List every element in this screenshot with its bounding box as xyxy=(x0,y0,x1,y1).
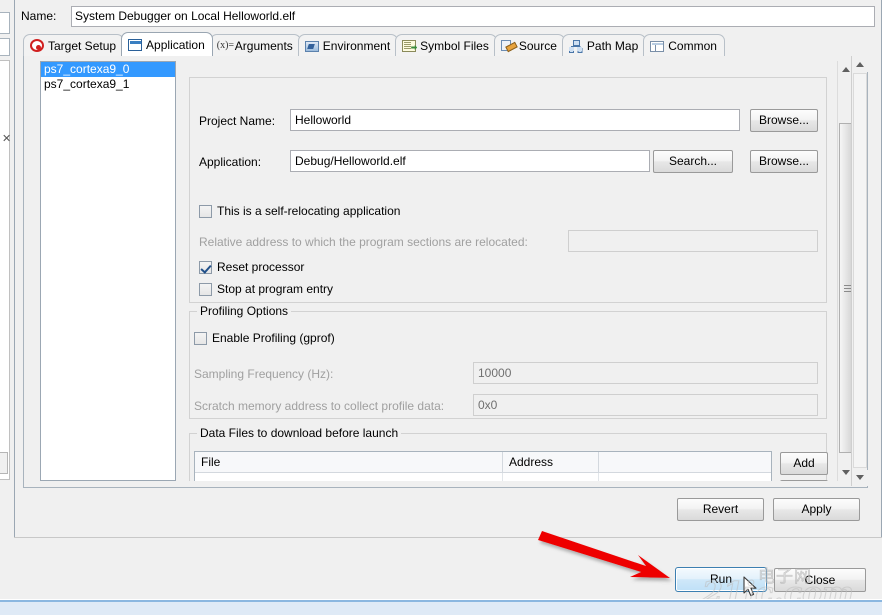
tab-common-label: Common xyxy=(668,38,717,53)
application-path-input[interactable] xyxy=(290,150,650,172)
data-files-legend: Data Files to download before launch xyxy=(197,426,402,440)
target-icon xyxy=(30,39,44,52)
background-field-1 xyxy=(0,12,10,34)
sampling-frequency-label: Sampling Frequency (Hz): xyxy=(194,367,334,381)
taskbar-strip xyxy=(0,599,882,615)
list-item[interactable]: ps7_cortexa9_1 xyxy=(41,77,175,92)
tab-source[interactable]: Source xyxy=(493,34,565,56)
background-close-icon: ✕ xyxy=(2,133,12,145)
project-browse-button[interactable]: Browse... xyxy=(750,109,818,132)
tab-arguments-label: Arguments xyxy=(234,38,293,53)
stop-at-entry-checkbox-row[interactable]: Stop at program entry xyxy=(199,282,333,296)
data-files-add-button[interactable]: Add xyxy=(780,452,828,475)
configuration-name-input[interactable] xyxy=(71,5,875,27)
tab-environment-label: Environment xyxy=(322,38,391,53)
symbol-files-icon xyxy=(402,40,417,52)
mouse-cursor-icon xyxy=(743,576,757,597)
tab-symbol-files-label: Symbol Files xyxy=(420,38,489,53)
table-cell-file xyxy=(195,473,503,481)
project-name-input[interactable] xyxy=(290,109,740,131)
tab-environment[interactable]: Environment xyxy=(297,34,399,56)
close-button[interactable]: Close xyxy=(774,568,866,592)
table-cell-address xyxy=(503,473,599,481)
revert-button[interactable]: Revert xyxy=(677,498,764,521)
scratch-memory-label: Scratch memory address to collect profil… xyxy=(194,399,445,413)
enable-profiling-checkbox-row[interactable]: Enable Profiling (gprof) xyxy=(194,331,335,345)
environment-icon xyxy=(304,40,319,52)
relative-address-input[interactable] xyxy=(568,230,818,252)
screenshot-root: ✕ Name: Target Setup Application (x)= Ar… xyxy=(0,0,882,615)
profiling-options-group: Profiling Options Enable Profiling (gpro… xyxy=(189,304,827,419)
profiling-options-legend: Profiling Options xyxy=(197,304,292,318)
tab-target-setup-label: Target Setup xyxy=(48,38,117,53)
application-search-button[interactable]: Search... xyxy=(653,150,733,173)
apply-button[interactable]: Apply xyxy=(773,498,860,521)
revert-apply-button-bar: Revert Apply xyxy=(23,488,868,528)
tab-common[interactable]: Common xyxy=(643,34,725,56)
column-header-extra[interactable] xyxy=(599,452,771,472)
application-settings-inner: Project Name: Browse... Application: Sea… xyxy=(184,61,839,481)
outer-vertical-scrollbar[interactable] xyxy=(851,56,868,486)
processor-list[interactable]: ps7_cortexa9_0 ps7_cortexa9_1 xyxy=(40,61,176,481)
self-relocating-label: This is a self-relocating application xyxy=(217,204,401,218)
reset-processor-label: Reset processor xyxy=(217,260,305,274)
variable-icon: (x)= xyxy=(216,39,235,51)
scratch-memory-input[interactable] xyxy=(473,394,818,416)
application-settings-scrollpane: Project Name: Browse... Application: Sea… xyxy=(184,61,854,481)
column-header-address[interactable]: Address xyxy=(503,452,599,472)
application-label: Application: xyxy=(199,155,262,169)
data-files-table[interactable]: File Address xyxy=(194,451,772,481)
table-row[interactable] xyxy=(195,473,771,481)
list-item[interactable]: ps7_cortexa9_0 xyxy=(41,62,175,77)
project-name-label: Project Name: xyxy=(199,114,276,128)
tab-path-map[interactable]: Path Map xyxy=(561,34,647,56)
common-icon xyxy=(650,40,665,52)
background-field-2 xyxy=(0,38,10,56)
scrollbar-grip-icon xyxy=(844,285,851,292)
data-files-group: Data Files to download before launch Fil… xyxy=(189,426,828,481)
data-files-header: File Address xyxy=(195,452,771,473)
background-panel xyxy=(0,60,10,480)
tab-target-setup[interactable]: Target Setup xyxy=(23,34,125,56)
outer-scroll-up-arrow-icon[interactable] xyxy=(852,56,868,72)
column-header-file[interactable]: File xyxy=(195,452,503,472)
outer-scrollbar-thumb[interactable] xyxy=(853,73,867,468)
source-pencil-icon xyxy=(500,40,515,52)
tab-bar: Target Setup Application (x)= Arguments … xyxy=(23,32,868,57)
debug-configurations-dialog: Name: Target Setup Application (x)= Argu… xyxy=(14,0,882,592)
data-files-secondary-button[interactable] xyxy=(780,480,828,481)
sampling-frequency-input[interactable] xyxy=(473,362,818,384)
reset-processor-checkbox[interactable] xyxy=(199,260,212,274)
path-map-glyph xyxy=(568,40,583,53)
configuration-name-label: Name: xyxy=(21,9,57,23)
self-relocating-checkbox[interactable] xyxy=(199,204,212,218)
application-settings-group: Project Name: Browse... Application: Sea… xyxy=(189,77,827,303)
footer-divider xyxy=(14,537,882,538)
enable-profiling-label: Enable Profiling (gprof) xyxy=(212,331,335,345)
path-map-icon xyxy=(568,40,583,53)
configuration-name-row: Name: xyxy=(19,5,875,27)
stop-at-entry-checkbox[interactable] xyxy=(199,282,212,296)
tab-application-label: Application xyxy=(146,37,205,52)
table-cell-extra xyxy=(599,473,771,481)
tab-content-application: ps7_cortexa9_0 ps7_cortexa9_1 Project Na… xyxy=(23,56,868,488)
tab-application[interactable]: Application xyxy=(121,32,213,56)
relative-address-label: Relative address to which the program se… xyxy=(199,235,528,249)
application-browse-button[interactable]: Browse... xyxy=(750,150,818,173)
background-button xyxy=(0,452,8,474)
reset-processor-checkbox-row[interactable]: Reset processor xyxy=(199,260,304,274)
tab-source-label: Source xyxy=(518,38,557,53)
stop-at-entry-label: Stop at program entry xyxy=(217,282,334,296)
self-relocating-checkbox-row[interactable]: This is a self-relocating application xyxy=(199,204,400,218)
tab-path-map-label: Path Map xyxy=(586,38,639,53)
outer-scroll-down-arrow-icon[interactable] xyxy=(852,470,868,486)
enable-profiling-checkbox[interactable] xyxy=(194,331,207,345)
tab-arguments[interactable]: (x)= Arguments xyxy=(209,34,301,56)
application-window-icon xyxy=(128,39,143,51)
tab-symbol-files[interactable]: Symbol Files xyxy=(395,34,497,56)
